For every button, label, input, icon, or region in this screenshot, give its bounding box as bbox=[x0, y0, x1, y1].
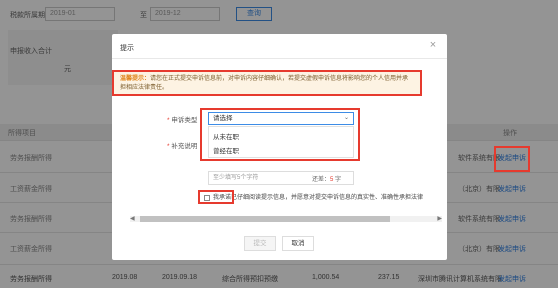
scroll-right-icon[interactable]: ▶ bbox=[437, 215, 442, 222]
scroll-left-icon[interactable]: ◀ bbox=[130, 215, 135, 222]
remaining-count: 还差：5 字 bbox=[312, 177, 342, 183]
annotation-highlight bbox=[198, 190, 234, 204]
scroll-thumb[interactable] bbox=[140, 216, 390, 222]
warning-text: 请您在正式提交申诉信息前，对申诉内容仔细确认，若提交虚假申诉信息将影响您的个人信… bbox=[120, 76, 409, 91]
cancel-button[interactable]: 取消 bbox=[282, 236, 314, 251]
divider bbox=[112, 58, 447, 59]
extra-note-label: * 补充说明 bbox=[167, 143, 198, 150]
agree-text: 我承诺已仔细阅读提示信息，并愿意对提交申诉信息的真实性、准确性承担法律 bbox=[213, 195, 424, 201]
annotation-highlight bbox=[200, 108, 360, 161]
horizontal-scrollbar[interactable]: ◀ ▶ bbox=[130, 216, 442, 222]
appeal-dialog: 提示 × 温馨提示：请您在正式提交申诉信息前，对申诉内容仔细确认，若提交虚假申诉… bbox=[112, 34, 447, 260]
warning-label: 温馨提示： bbox=[120, 76, 151, 82]
appeal-type-label: * 申诉类型 bbox=[167, 117, 198, 124]
dialog-title: 提示 bbox=[120, 45, 134, 52]
warning-banner: 温馨提示：请您在正式提交申诉信息前，对申诉内容仔细确认，若提交虚假申诉信息将影响… bbox=[112, 70, 422, 96]
annotation-highlight bbox=[494, 146, 530, 172]
submit-button[interactable]: 提交 bbox=[244, 236, 276, 251]
close-icon[interactable]: × bbox=[427, 39, 439, 51]
